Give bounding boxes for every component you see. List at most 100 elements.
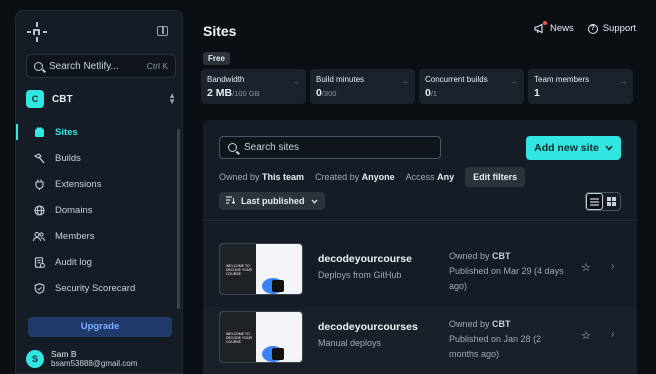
stat-bandwidth[interactable]: Bandwidth 2 MB/100 GB → [201,69,306,104]
sidebar-item-label: Domains [55,204,93,216]
log-icon [33,256,45,268]
sidebar-collapse-icon[interactable] [157,26,168,36]
team-avatar: C [26,90,44,108]
filter-bar: Owned by This team Created by Anyone Acc… [219,167,526,187]
megaphone-icon [534,21,547,34]
stat-build-minutes[interactable]: Build minutes 0/300 → [310,69,415,104]
stat-limit: /100 GB [232,89,260,98]
thumbnail-text: WELCOME TO DECODE YOUR COURSE [226,332,252,344]
notification-dot [542,21,547,25]
arrow-right-icon: → [510,77,518,86]
team-name: CBT [52,93,73,105]
usage-stats: Bandwidth 2 MB/100 GB → Build minutes 0/… [201,69,633,104]
view-toggle [585,192,621,211]
chevron-right-icon[interactable]: › [611,329,614,340]
site-thumbnail: WELCOME TO DECODE YOUR COURSE [219,243,303,295]
sidebar-item-members[interactable]: Members [16,223,176,249]
site-search-input[interactable]: Search sites [219,136,441,159]
stat-concurrent-builds[interactable]: Concurrent builds 0/1 → [419,69,524,104]
help-icon: ? [587,23,598,34]
sidebar-item-label: Builds [55,152,81,164]
sidebar: Search Netlify... Ctrl K C CBT ▲ ▼ Sites … [15,10,183,374]
filter-label: Access [405,172,435,182]
stat-limit: /1 [430,89,438,98]
owner-name: CBT [492,319,511,329]
sidebar-item-label: Members [55,230,95,242]
filter-label: Created by [315,172,360,182]
team-switcher[interactable]: C CBT ▲ ▼ [26,88,176,110]
sidebar-item-sites[interactable]: Sites [16,119,176,145]
stat-label: Concurrent builds [425,75,488,84]
sidebar-item-builds[interactable]: Builds [16,145,176,171]
sidebar-item-audit-log[interactable]: Audit log [16,249,176,275]
stat-team-members[interactable]: Team members 1 → [528,69,633,104]
plan-badge: Free [203,52,230,65]
owner-prefix: Owned by [449,251,490,261]
sidebar-scrollbar[interactable] [177,129,180,309]
add-new-site-label: Add new site [534,142,599,154]
layers-icon [33,126,45,138]
news-label: News [549,23,574,34]
sites-panel: Search sites Add new site Owned by This … [203,120,637,374]
site-name[interactable]: decodeyourcourses [318,321,418,333]
site-owner-info: Owned by CBT Published on Mar 29 (4 days… [449,249,569,294]
grid-view-icon[interactable] [603,193,620,210]
site-deploy-source: Deploys from GitHub [318,270,402,280]
sort-icon [226,196,236,206]
top-links: News ? Support [534,21,636,34]
site-owner-info: Owned by CBT Published on Jan 28 (2 mont… [449,317,569,362]
published-date: Published on Jan 28 (2 months ago) [449,334,542,359]
netlify-logo-icon[interactable] [26,21,48,43]
support-link[interactable]: ? Support [587,23,636,34]
user-menu[interactable]: S Sam B bsam53888@gmail.com [26,349,137,368]
arrow-right-icon: → [401,77,409,86]
chevron-down-icon [605,142,613,154]
globe-icon [33,204,45,216]
published-date: Published on Mar 29 (4 days ago) [449,266,564,291]
upgrade-button[interactable]: Upgrade [28,317,172,337]
sort-dropdown[interactable]: Last published [219,192,325,210]
stat-value: 1 [534,87,540,99]
site-name[interactable]: decodeyourcourse [318,253,412,265]
news-link[interactable]: News [534,21,574,34]
owner-name: CBT [492,251,511,261]
hammer-icon [33,152,45,164]
filter-owned[interactable]: Owned by This team [219,172,304,182]
global-search-input[interactable]: Search Netlify... Ctrl K [26,54,176,78]
owner-prefix: Owned by [449,319,490,329]
edit-filters-button[interactable]: Edit filters [465,167,526,187]
site-row[interactable]: WELCOME TO DECODE YOUR COURSE decodeyour… [203,307,637,374]
sidebar-item-security-scorecard[interactable]: Security Scorecard [16,275,176,301]
users-icon [33,230,45,242]
avatar: S [26,349,44,368]
site-row[interactable]: WELCOME TO DECODE YOUR COURSE decodeyour… [203,239,637,306]
sidebar-item-extensions[interactable]: Extensions [16,171,176,197]
list-view-icon[interactable] [586,193,603,210]
user-name: Sam B [51,349,77,359]
search-icon [228,143,237,152]
sidebar-item-label: Audit log [55,256,92,268]
filter-access[interactable]: Access Any [406,172,455,182]
sort-label: Last published [241,196,305,206]
filter-created[interactable]: Created by Anyone [315,172,395,182]
shield-icon [33,282,45,294]
chevron-right-icon[interactable]: › [611,261,614,272]
filter-value: Any [437,172,455,182]
plug-icon [33,178,45,190]
sidebar-item-label: Sites [55,126,78,138]
sidebar-item-label: Extensions [55,178,102,190]
stat-limit: /300 [321,89,337,98]
add-new-site-button[interactable]: Add new site [526,136,621,160]
chevron-down-icon [311,196,318,206]
star-icon[interactable]: ☆ [581,329,591,342]
sidebar-item-domains[interactable]: Domains [16,197,176,223]
sidebar-nav: Sites Builds Extensions Domains Members [16,119,176,301]
arrow-right-icon: → [292,77,300,86]
site-thumbnail: WELCOME TO DECODE YOUR COURSE [219,311,303,363]
stat-label: Bandwidth [207,75,245,84]
support-label: Support [602,23,636,34]
search-shortcut: Ctrl K [146,61,168,71]
star-icon[interactable]: ☆ [581,261,591,274]
search-icon [34,61,43,71]
page-title: Sites [203,23,237,39]
